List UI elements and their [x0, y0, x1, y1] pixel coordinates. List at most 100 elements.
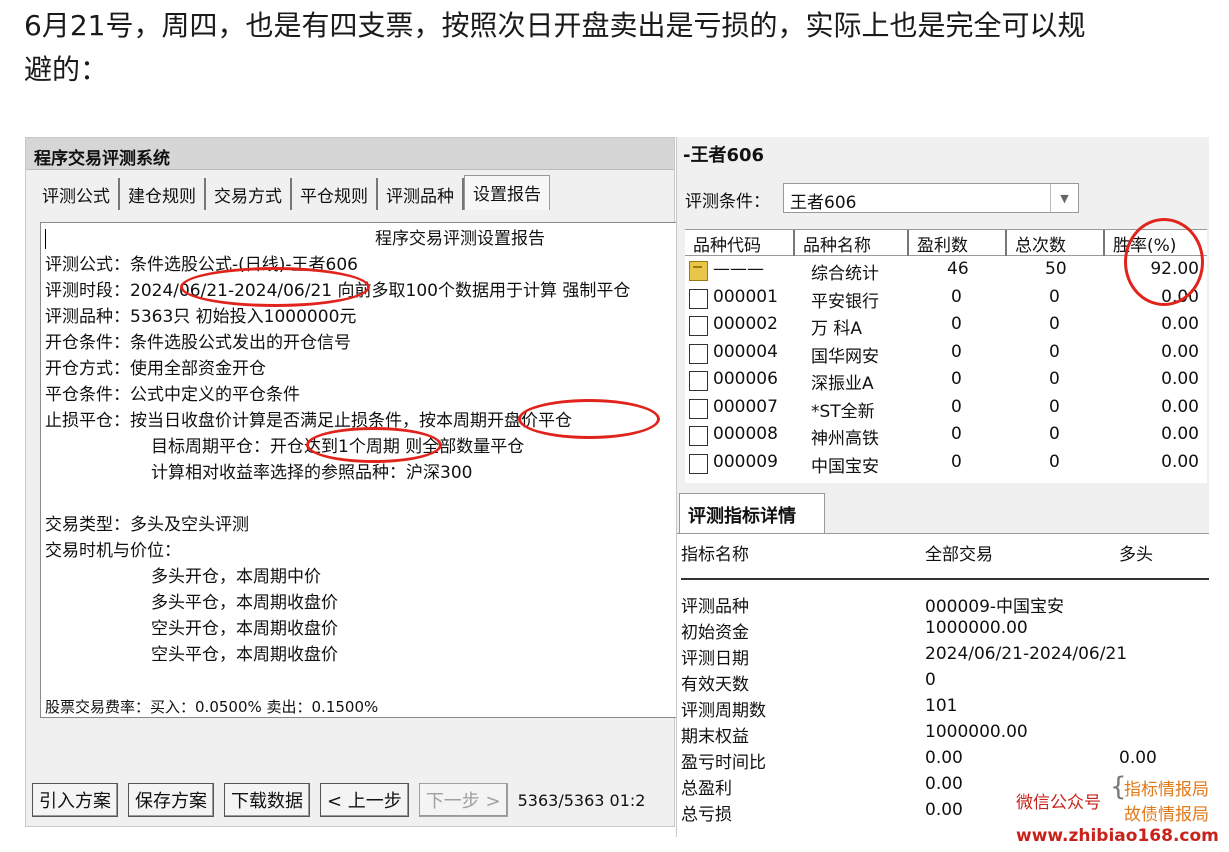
cell-profit: 0 [951, 341, 962, 362]
annotation-circle-winrate [1124, 218, 1204, 306]
import-plan-button[interactable]: 引入方案 [32, 783, 118, 817]
caption: 6月21号，周四，也是有四支票，按照次日开盘卖出是亏损的，实际上也是完全可以规 … [24, 4, 1204, 92]
caption-line-2: 避的： [24, 53, 109, 86]
document-icon [689, 371, 708, 391]
table-row[interactable]: 000004 国华网安 0 0 0.00 [685, 339, 1207, 367]
cell-name: 万 科A [811, 319, 863, 339]
button-bar: 引入方案 保存方案 下载数据 < 上一步 下一步 > 5363/5363 01:… [32, 780, 672, 820]
watermark-name-1: 指标情报局 [1124, 780, 1209, 800]
tab-trade-mode[interactable]: 交易方式 [206, 178, 292, 210]
table-row[interactable]: 000009 中国宝安 0 0 0.00 [685, 449, 1207, 477]
cell-total: 0 [1049, 424, 1060, 444]
table-row[interactable]: 000006 深振业A 0 0 0.00 [685, 366, 1207, 394]
metric-label: 盈亏时间比 [681, 753, 766, 773]
cell-total: 0 [1049, 396, 1060, 417]
cell-winrate: 0.00 [1161, 451, 1199, 472]
detail-header-name: 指标名称 [681, 545, 749, 565]
table-row[interactable]: 000008 神州高铁 0 0 0.00 [685, 421, 1207, 449]
report-line: 多头平仓，本周期收盘价 [151, 593, 338, 613]
cell-profit: 0 [951, 396, 962, 417]
tab-formula[interactable]: 评测公式 [34, 178, 120, 210]
caption-line-1: 6月21号，周四，也是有四支票，按照次日开盘卖出是亏损的，实际上也是完全可以规 [24, 9, 1086, 42]
cell-winrate: 0.00 [1161, 314, 1199, 334]
progress-status: 5363/5363 01:2 [517, 790, 646, 810]
cell-code: 000001 [713, 286, 778, 307]
cell-profit: 0 [951, 451, 962, 472]
report-line: 交易时机与价位： [45, 541, 181, 561]
document-icon [689, 453, 708, 474]
metric-value: 1000000.00 [925, 722, 1028, 742]
cell-code: 000006 [713, 369, 778, 389]
col-header-name[interactable]: 品种名称 [795, 230, 909, 256]
condition-label: 评测条件： [685, 192, 770, 212]
document-icon [689, 398, 708, 419]
metric-label: 总盈利 [681, 779, 732, 799]
table-row[interactable]: 000007 *ST全新 0 0 0.00 [685, 394, 1207, 422]
download-data-button[interactable]: 下载数据 [224, 783, 310, 817]
condition-select[interactable]: 王者606 ▼ [783, 183, 1079, 213]
folder-icon [689, 261, 708, 281]
metric-label: 有效天数 [681, 675, 749, 695]
cell-name: 神州高铁 [811, 429, 879, 449]
annotation-circle-one-period [306, 427, 442, 463]
tab-settings-report[interactable]: 设置报告 [464, 175, 550, 210]
metric-value: 000009-中国宝安 [925, 597, 1065, 617]
detail-header-all: 全部交易 [925, 545, 993, 565]
tab-open-rules[interactable]: 建仓规则 [120, 178, 206, 210]
text-cursor [45, 229, 46, 249]
tab-close-rules[interactable]: 平仓规则 [292, 178, 378, 210]
cell-winrate: 0.00 [1161, 341, 1199, 362]
cell-total: 0 [1049, 341, 1060, 362]
table-row[interactable]: 000002 万 科A 0 0 0.00 [685, 311, 1207, 339]
col-header-total[interactable]: 总次数 [1007, 230, 1105, 256]
cell-winrate: 0.00 [1161, 369, 1199, 389]
chevron-down-icon[interactable]: ▼ [1050, 184, 1078, 212]
table-row[interactable]: 000001 平安银行 0 0 0.00 [685, 284, 1207, 312]
report-line: 止损平仓：按当日收盘价计算是否满足止损条件，按本周期开盘价平仓 [45, 411, 572, 431]
settings-report[interactable]: 程序交易评测设置报告 评测公式：条件选股公式-(日线)-王者606 评测时段：2… [40, 222, 680, 718]
metric-label: 期末权益 [681, 727, 749, 747]
cell-name: *ST全新 [811, 401, 875, 422]
report-line: 计算相对收益率选择的参照品种：沪深300 [151, 463, 473, 483]
col-header-profit[interactable]: 盈利数 [909, 230, 1007, 256]
metric-label: 评测周期数 [681, 701, 766, 721]
report-heading: 程序交易评测设置报告 [375, 229, 545, 249]
tab-metrics-detail[interactable]: 评测指标详情 [679, 493, 825, 533]
cell-name: 综合统计 [811, 264, 879, 284]
report-line: 空头开仓，本周期收盘价 [151, 619, 338, 639]
document-icon [689, 316, 708, 336]
save-plan-button[interactable]: 保存方案 [128, 783, 214, 817]
report-line: 股票交易费率：买入：0.0500% 卖出：0.1500% [45, 698, 379, 716]
metric-value: 0 [925, 670, 936, 690]
cell-code: 000008 [713, 424, 778, 444]
report-line: 开仓条件：条件选股公式发出的开仓信号 [45, 333, 351, 353]
cell-total: 0 [1049, 286, 1060, 307]
cell-profit: 0 [951, 286, 962, 307]
detail-header-long: 多头 [1119, 545, 1153, 565]
cell-name: 国华网安 [811, 346, 879, 367]
metric-label: 评测品种 [681, 597, 749, 617]
backtest-window: 程序交易评测系统 评测公式 建仓规则 交易方式 平仓规则 评测品种 设置报告 程… [25, 137, 680, 827]
next-step-button[interactable]: 下一步 > [418, 783, 508, 817]
document-icon [689, 343, 708, 364]
report-line: 平仓条件：公式中定义的平仓条件 [45, 385, 300, 405]
cell-profit: 0 [951, 369, 962, 389]
col-header-code[interactable]: 品种代码 [685, 230, 795, 256]
metric-value: 101 [925, 696, 958, 716]
cell-code: ——— [713, 259, 764, 279]
document-icon [689, 426, 708, 446]
watermark-name-2: 故债情报局 [1124, 805, 1209, 825]
cell-profit: 0 [951, 424, 962, 444]
tab-instruments[interactable]: 评测品种 [378, 178, 464, 210]
cell-total: 0 [1049, 314, 1060, 334]
cell-winrate: 0.00 [1161, 424, 1199, 444]
report-line: 交易类型：多头及空头评测 [45, 515, 249, 535]
condition-value: 王者606 [790, 193, 857, 213]
cell-profit: 46 [947, 259, 969, 279]
header-divider [681, 578, 1209, 580]
tab-bar: 评测公式 建仓规则 交易方式 平仓规则 评测品种 设置报告 [34, 175, 550, 210]
metric-value: 0.00 [925, 774, 963, 794]
prev-step-button[interactable]: < 上一步 [320, 783, 409, 817]
report-line: 多头开仓，本周期中价 [151, 567, 321, 587]
cell-name: 平安银行 [811, 291, 879, 312]
